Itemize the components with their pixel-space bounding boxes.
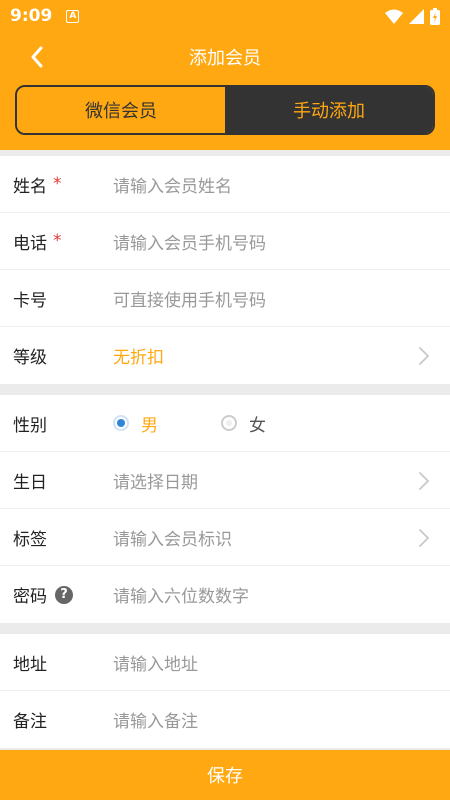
tab-manual-add[interactable]: 手动添加 (225, 87, 433, 133)
address-row: 地址 请输入地址 (0, 634, 450, 691)
title-bar: 添加会员 (0, 32, 450, 82)
level-value: 无折扣 (113, 348, 164, 368)
birthday-label: 生日 (13, 472, 47, 493)
notification-a-icon: A (66, 9, 80, 23)
gender-male-label: 男 (141, 415, 158, 436)
extra-info-group: 地址 请输入地址 备注 请输入备注 (0, 634, 450, 748)
gender-female-label: 女 (249, 415, 266, 436)
radio-dot (113, 415, 129, 431)
name-row: 姓名 * 请输入会员姓名 (0, 156, 450, 213)
note-input[interactable]: 请输入备注 (113, 707, 198, 732)
required-mark: * (53, 231, 62, 251)
birthday-row[interactable]: 生日 请选择日期 (0, 452, 450, 509)
divider (0, 384, 450, 395)
tags-row[interactable]: 标签 请输入会员标识 (0, 509, 450, 566)
level-label: 等级 (13, 348, 47, 368)
status-bar: 9:09 A (0, 0, 450, 32)
detail-info-group: 性别 男 女 生日 请选择日期 标签 请输入会员标识 密码? 请输入六位数数字 (0, 395, 450, 623)
birthday-picker[interactable]: 请选择日期 (113, 468, 198, 493)
phone-label-text: 电话 (13, 233, 47, 254)
member-type-switch: 微信会员 手动添加 (15, 85, 435, 135)
note-row: 备注 请输入备注 (0, 691, 450, 748)
app-header: 9:09 A 添加会员 微信会员 手动添加 (0, 0, 450, 150)
password-row: 密码? 请输入六位数数字 (0, 566, 450, 623)
chevron-right-icon (419, 529, 430, 547)
address-label: 地址 (13, 654, 47, 675)
name-label: 姓名 * (13, 172, 113, 197)
save-button[interactable]: 保存 (0, 750, 450, 800)
page-title: 添加会员 (189, 48, 261, 69)
phone-input[interactable]: 请输入会员手机号码 (113, 229, 266, 254)
radio-dot (221, 415, 237, 431)
name-input[interactable]: 请输入会员姓名 (113, 172, 232, 197)
divider (0, 623, 450, 634)
tags-label: 标签 (13, 529, 47, 550)
phone-row: 电话 * 请输入会员手机号码 (0, 213, 450, 270)
tags-input[interactable]: 请输入会员标识 (113, 525, 232, 550)
password-label-text: 密码 (13, 587, 47, 607)
gender-male-radio[interactable]: 男 (113, 411, 221, 436)
basic-info-group: 姓名 * 请输入会员姓名 电话 * 请输入会员手机号码 卡号 可直接使用手机号码 等… (0, 156, 450, 384)
required-mark: * (53, 174, 62, 194)
battery-icon (430, 7, 440, 25)
address-input[interactable]: 请输入地址 (113, 650, 198, 675)
back-button[interactable] (22, 42, 52, 72)
tab-wechat-member[interactable]: 微信会员 (17, 87, 225, 133)
card-row: 卡号 可直接使用手机号码 (0, 270, 450, 327)
password-input[interactable]: 请输入六位数数字 (113, 582, 249, 607)
wifi-icon (385, 9, 403, 24)
gender-label: 性别 (13, 415, 47, 436)
card-input[interactable]: 可直接使用手机号码 (113, 286, 266, 311)
card-label: 卡号 (13, 290, 47, 311)
status-icons (385, 7, 440, 25)
gender-female-radio[interactable]: 女 (221, 411, 266, 436)
chevron-right-icon (419, 347, 430, 365)
level-row[interactable]: 等级 无折扣 (0, 327, 450, 384)
name-label-text: 姓名 (13, 176, 47, 197)
help-icon[interactable]: ? (55, 585, 73, 604)
status-time: 9:09 (10, 6, 53, 26)
note-label: 备注 (13, 712, 47, 732)
chevron-left-icon (31, 46, 43, 68)
password-label: 密码? (13, 582, 113, 607)
phone-label: 电话 * (13, 229, 113, 254)
signal-icon (409, 8, 424, 24)
chevron-right-icon (419, 472, 430, 490)
gender-row: 性别 男 女 (0, 395, 450, 452)
